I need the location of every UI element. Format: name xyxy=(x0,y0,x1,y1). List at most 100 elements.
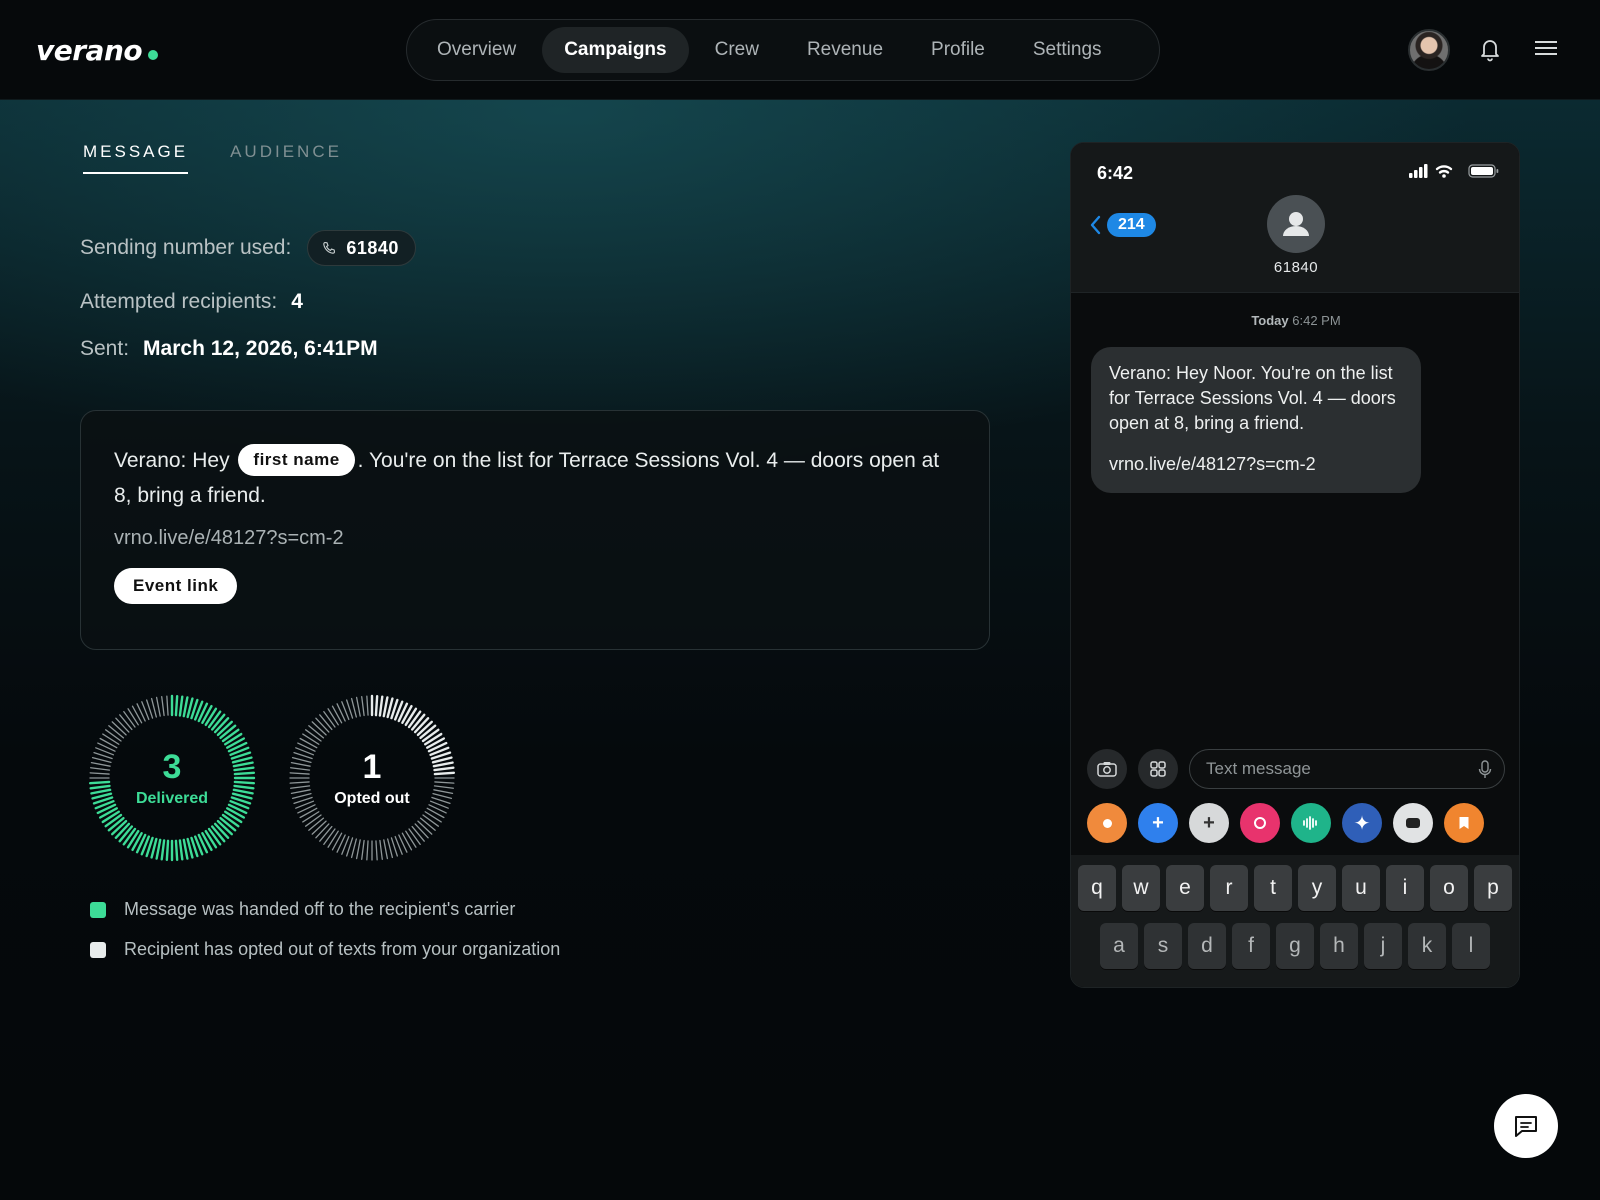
sms-bubble-text: Verano: Hey Noor. You're on the list for… xyxy=(1109,363,1396,433)
menu-icon[interactable] xyxy=(1534,38,1558,58)
sending-number-row: Sending number used: 61840 xyxy=(80,230,416,266)
legend-swatch-opted-out xyxy=(90,941,106,958)
key-w[interactable]: w xyxy=(1122,865,1160,911)
back-button[interactable]: 214 xyxy=(1089,213,1156,237)
sms-bubble-link: vrno.live/e/48127?s=cm-2 xyxy=(1109,454,1316,474)
key-r[interactable]: r xyxy=(1210,865,1248,911)
recipients-label: Attempted recipients: xyxy=(80,290,278,313)
delivered-count: 3 xyxy=(162,748,182,786)
unread-count-badge: 214 xyxy=(1107,213,1156,237)
key-l[interactable]: l xyxy=(1452,923,1490,969)
legend-swatch-delivered xyxy=(90,901,106,918)
app-bookmark-icon[interactable] xyxy=(1444,803,1484,843)
legend-text-delivered: Message was handed off to the recipient'… xyxy=(124,899,516,919)
chat-support-button[interactable] xyxy=(1494,1094,1558,1158)
merge-field-chip: first name xyxy=(238,444,355,476)
sending-number-label: Sending number used: xyxy=(80,236,292,259)
status-time: 6:42 xyxy=(1097,163,1134,183)
status-icons xyxy=(1409,164,1499,178)
app-audio-icon[interactable] xyxy=(1291,803,1331,843)
message-prefix: Verano: Hey xyxy=(114,449,230,472)
delivered-caption: Delivered xyxy=(135,790,209,807)
key-d[interactable]: d xyxy=(1188,923,1226,969)
text-message-input[interactable]: Text message xyxy=(1189,749,1505,789)
camera-icon xyxy=(1097,762,1117,777)
battery-icon xyxy=(1468,164,1499,178)
contact-avatar[interactable] xyxy=(1267,195,1325,253)
message-link: vrno.live/e/48127?s=cm-2 xyxy=(114,527,344,549)
contact-name: 61840 xyxy=(1273,259,1319,276)
sending-number-value: 61840 xyxy=(346,237,399,258)
recipients-row: Attempted recipients: 4 xyxy=(80,290,303,314)
apps-grid-icon xyxy=(1150,761,1166,777)
nav-item-crew[interactable]: Crew xyxy=(693,27,781,73)
tab-message[interactable]: MESSAGE xyxy=(83,142,189,174)
app-sparkle-icon[interactable]: ✦ xyxy=(1342,803,1382,843)
sent-value: March 12, 2026, 6:41PM xyxy=(143,337,378,360)
key-y[interactable]: y xyxy=(1298,865,1336,911)
key-o[interactable]: o xyxy=(1430,865,1468,911)
key-f[interactable]: f xyxy=(1232,923,1270,969)
timestamp-day: Today xyxy=(1251,313,1289,328)
key-i[interactable]: i xyxy=(1386,865,1424,911)
app-add-icon[interactable]: + xyxy=(1189,803,1229,843)
app-record-icon[interactable] xyxy=(1240,803,1280,843)
opted-out-ring-label: 1 Opted out xyxy=(287,693,457,863)
key-s[interactable]: s xyxy=(1144,923,1182,969)
key-u[interactable]: u xyxy=(1342,865,1380,911)
phone-preview: 6:42 214 61840 Today 6:42 PM Verano: Hey… xyxy=(1070,142,1520,988)
opted-out-count: 1 xyxy=(362,748,382,786)
apps-button[interactable] xyxy=(1138,749,1178,789)
sent-label: Sent: xyxy=(80,337,130,360)
legend-text-opted-out: Recipient has opted out of texts from yo… xyxy=(124,939,561,959)
key-j[interactable]: j xyxy=(1364,923,1402,969)
content-tabs: MESSAGE AUDIENCE xyxy=(83,142,342,174)
nav-item-revenue[interactable]: Revenue xyxy=(785,27,905,73)
brand-logo[interactable]: verano xyxy=(36,34,159,67)
key-g[interactable]: g xyxy=(1276,923,1314,969)
event-link-button[interactable]: Event link xyxy=(114,568,238,604)
legend-delivered: Message was handed off to the recipient'… xyxy=(90,899,515,920)
legend-opted-out: Recipient has opted out of texts from yo… xyxy=(90,939,560,960)
key-e[interactable]: e xyxy=(1166,865,1204,911)
phone-header: 6:42 214 61840 xyxy=(1071,143,1519,293)
key-q[interactable]: q xyxy=(1078,865,1116,911)
bookmark-icon xyxy=(1459,817,1469,829)
message-text: Verano: Hey first name. You're on the li… xyxy=(114,443,956,513)
app-store-icon[interactable]: + xyxy=(1138,803,1178,843)
brand-name: verano xyxy=(36,34,143,67)
key-h[interactable]: h xyxy=(1320,923,1358,969)
delivered-ring: 3 Delivered xyxy=(87,693,257,863)
key-k[interactable]: k xyxy=(1408,923,1446,969)
chat-bubble-icon xyxy=(1515,1116,1537,1137)
key-p[interactable]: p xyxy=(1474,865,1512,911)
nav-item-campaigns[interactable]: Campaigns xyxy=(542,27,689,73)
key-a[interactable]: a xyxy=(1100,923,1138,969)
bell-icon[interactable] xyxy=(1478,36,1502,62)
tab-audience[interactable]: AUDIENCE xyxy=(230,142,342,174)
camera-button[interactable] xyxy=(1087,749,1127,789)
key-t[interactable]: t xyxy=(1254,865,1292,911)
phone-icon xyxy=(323,241,336,254)
delivered-ring-label: 3 Delivered xyxy=(87,693,257,863)
app-sticker-icon[interactable] xyxy=(1393,803,1433,843)
audio-wave-icon xyxy=(1303,816,1317,830)
keyboard: qwertyuiop asdfghjkl xyxy=(1071,855,1519,987)
nav-item-profile[interactable]: Profile xyxy=(909,27,1007,73)
sending-number-pill: 61840 xyxy=(307,230,416,266)
message-timestamp: Today 6:42 PM xyxy=(1071,313,1519,328)
opted-out-ring: 1 Opted out xyxy=(287,693,457,863)
compose-row: Text message xyxy=(1087,749,1507,791)
microphone-icon[interactable] xyxy=(1478,760,1492,780)
wifi-icon xyxy=(1435,165,1453,178)
opted-out-caption: Opted out xyxy=(334,790,410,807)
nav-item-overview[interactable]: Overview xyxy=(415,27,538,73)
text-message-placeholder: Text message xyxy=(1206,759,1311,778)
app-orange-icon[interactable] xyxy=(1087,803,1127,843)
signal-icon xyxy=(1409,164,1428,178)
avatar[interactable] xyxy=(1408,29,1450,71)
imessage-app-strip: + + ✦ xyxy=(1087,803,1507,843)
nav-item-settings[interactable]: Settings xyxy=(1011,27,1124,73)
main-nav: Overview Campaigns Crew Revenue Profile … xyxy=(406,19,1160,81)
message-preview-card: Verano: Hey first name. You're on the li… xyxy=(80,410,990,650)
